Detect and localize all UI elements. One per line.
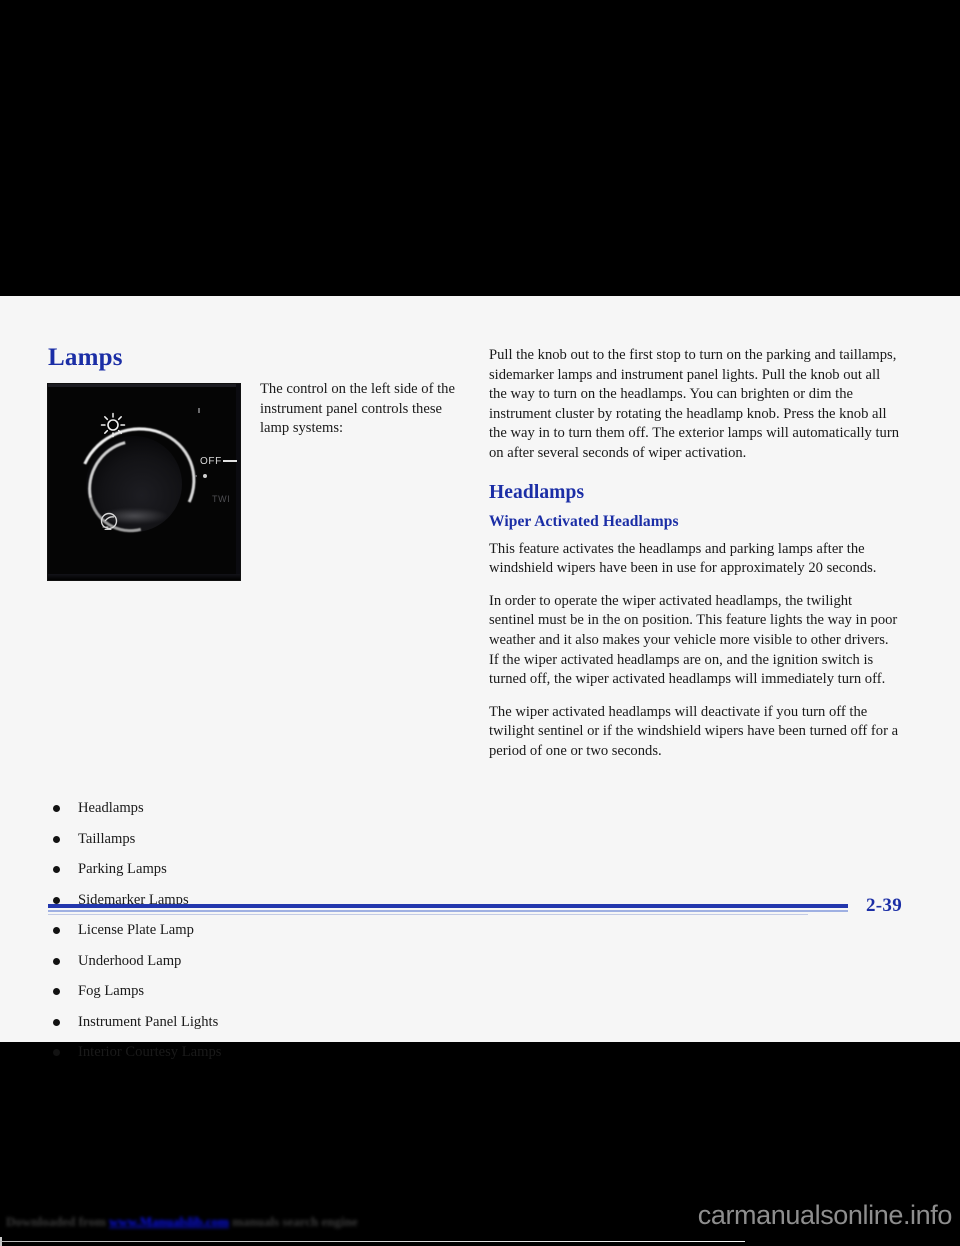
photo-caption: The control on the left side of the inst…: [260, 381, 455, 437]
page-title: Lamps: [48, 344, 123, 371]
fog-lamp-icon: [100, 512, 118, 531]
photo-edge-bottom: [48, 574, 240, 580]
knob-detent-dot-small: [195, 475, 197, 477]
list-item: Underhood Lamp: [48, 953, 463, 970]
bullet-icon: [53, 1049, 60, 1056]
list-item: Parking Lamps: [48, 861, 463, 878]
knob-off-text: OFF: [200, 456, 222, 467]
list-item: Instrument Panel Lights: [48, 1014, 463, 1031]
photo-edge-right: [236, 384, 240, 580]
bullet-icon: [53, 1018, 60, 1026]
footer-rule-thick: [48, 904, 848, 908]
list-item-label: Parking Lamps: [78, 861, 167, 877]
knob-off-dash: [222, 460, 237, 462]
list-item: Headlamps: [48, 800, 463, 817]
photo-edge-top: [48, 384, 240, 387]
knob-off-label: OFF: [200, 456, 237, 467]
wiper-paragraph-1: This feature activates the headlamps and…: [489, 540, 877, 577]
page-number: 2-39: [865, 895, 902, 916]
list-item-label: Instrument Panel Lights: [78, 1013, 219, 1030]
list-item: Interior Courtesy Lamps: [48, 1044, 463, 1061]
wiper-activated-headlamps-heading: Wiper Activated Headlamps: [489, 512, 679, 530]
site-watermark: carmanualsonline.info: [697, 1200, 953, 1230]
wiper-paragraph-2: In order to operate the wiper activated …: [489, 592, 898, 688]
bullet-icon: [53, 957, 60, 965]
photo-speck: [198, 408, 200, 413]
footer-rule-faint: [48, 914, 808, 915]
list-item: Taillamps: [48, 831, 463, 848]
scanned-page-sheet: Lamps OFF TWI The control on the left si…: [0, 296, 960, 1246]
list-item-label: Headlamps: [78, 800, 144, 816]
left-column: Lamps OFF TWI The control on the left si…: [48, 344, 463, 1075]
right-column: Pull the knob out to the first stop to t…: [489, 346, 900, 775]
download-source-watermark: Downloaded from www.Manualslib.com manua…: [6, 1214, 358, 1230]
intro-paragraph: Pull the knob out to the first stop to t…: [489, 347, 900, 461]
footer-rule-thin: [48, 910, 848, 912]
headlamps-heading: Headlamps: [489, 481, 585, 503]
wiper-paragraph-3: The wiper activated headlamps will deact…: [489, 703, 899, 759]
list-item-label: Taillamps: [78, 830, 136, 847]
manualslib-link[interactable]: www.Manualslib.com: [109, 1214, 229, 1229]
bullet-icon: [53, 866, 60, 873]
headlamp-control-knob-photo: OFF TWI: [48, 384, 240, 580]
sun-headlamp-icon: [100, 412, 126, 438]
list-item-label: Underhood Lamp: [78, 952, 182, 969]
page-footer: 2-39: [0, 895, 960, 940]
list-item-label: Fog Lamps: [78, 983, 145, 999]
list-item: Fog Lamps: [48, 983, 463, 1000]
bullet-icon: [53, 805, 60, 812]
watermark-prefix: Downloaded from: [6, 1214, 110, 1229]
knob-twilight-label: TWI: [212, 494, 231, 504]
watermark-suffix: manuals search engine: [228, 1214, 358, 1229]
photo-and-caption-row: OFF TWI The control on the left side of …: [48, 381, 463, 584]
bullet-icon: [53, 835, 60, 843]
knob-detent-dot: [203, 474, 207, 478]
bullet-icon: [53, 988, 60, 995]
list-item-label: Interior Courtesy Lamps: [78, 1044, 222, 1060]
